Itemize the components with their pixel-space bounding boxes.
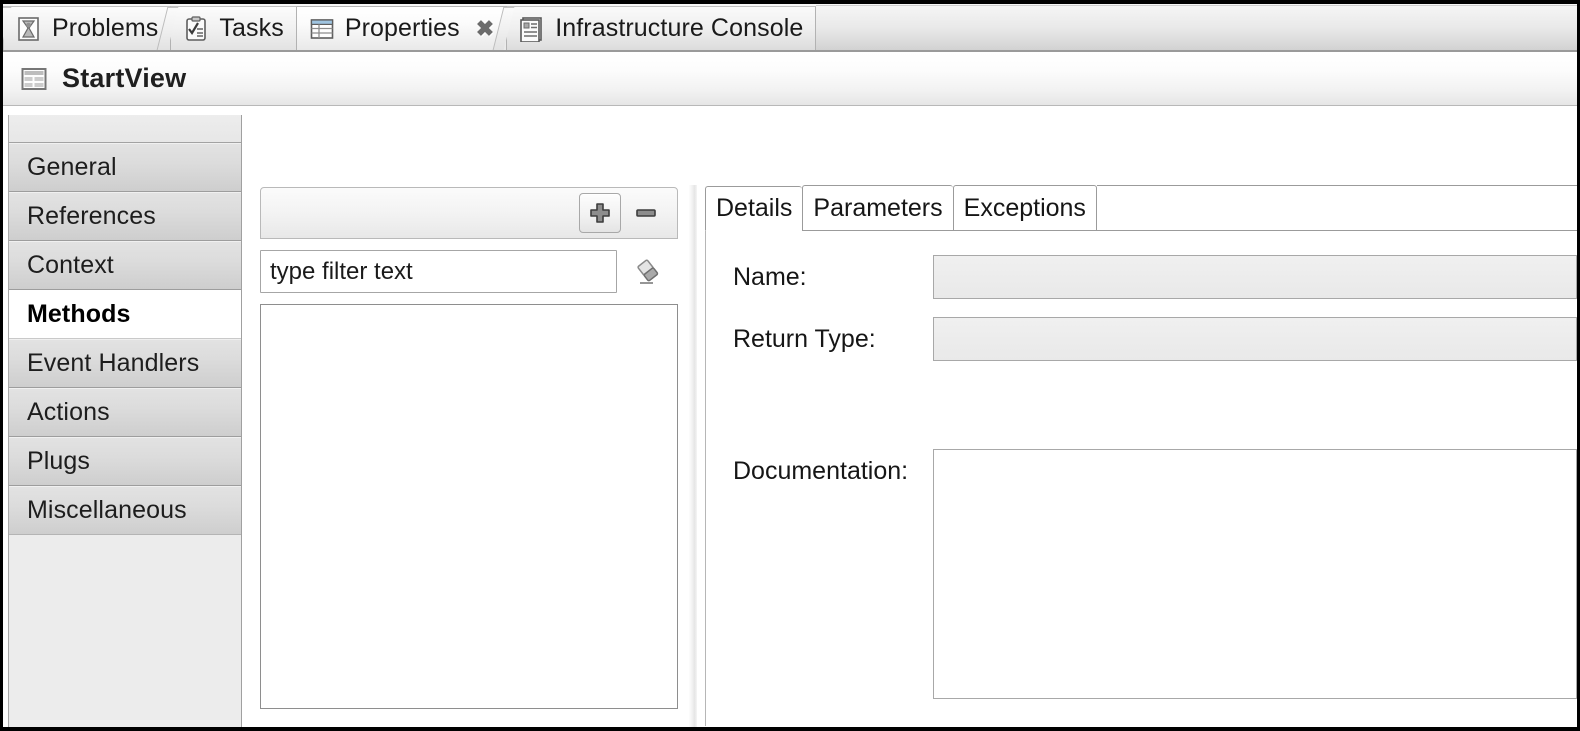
methods-list-panel [260,187,678,726]
sidebar-item-label: Context [27,251,114,280]
sidebar-empty-area [9,534,241,728]
clear-filter-button[interactable] [631,254,667,290]
tab-details[interactable]: Details [705,186,802,231]
return-type-field[interactable] [933,317,1577,361]
sidebar-item-general[interactable]: General [9,143,241,192]
console-icon [519,16,545,42]
details-form: Name: Return Type: Documentation: [705,231,1577,726]
tab-problems[interactable]: Problems [3,6,171,50]
startview-icon [20,65,48,93]
properties-icon [309,16,335,42]
tab-exceptions[interactable]: Exceptions [953,185,1097,230]
methods-list[interactable] [260,304,678,709]
tab-label: Details [716,194,792,223]
sidebar-item-label: References [27,202,156,231]
sidebar-item-actions[interactable]: Actions [9,388,241,437]
view-body: General References Context Methods Event… [3,107,1577,728]
sidebar-item-label: Miscellaneous [27,496,187,525]
details-tab-strip-filler [1097,185,1577,230]
minus-icon [634,201,658,225]
sidebar-item-miscellaneous[interactable]: Miscellaneous [9,486,241,535]
property-category-list: General References Context Methods Event… [8,115,242,728]
problems-icon [16,16,42,42]
tab-infrastructure-console[interactable]: Infrastructure Console [507,6,816,50]
view-tab-bar: Problems Tasks [3,4,1577,52]
documentation-field[interactable] [933,449,1577,699]
tab-bar-empty-space [816,5,1577,50]
search-input[interactable] [260,250,617,293]
name-field-row: Name: [706,255,1577,299]
documentation-field-row: Documentation: [706,449,1577,699]
sidebar-item-plugs[interactable]: Plugs [9,437,241,486]
tab-tasks[interactable]: Tasks [171,6,296,50]
close-icon[interactable]: ✖ [476,18,494,40]
tab-label: Tasks [219,14,283,43]
sidebar-item-label: General [27,153,117,182]
details-tab-strip: Details Parameters Exceptions [705,185,1577,231]
method-details-panel: Details Parameters Exceptions Name: Retu… [705,185,1577,726]
plus-icon [588,201,612,225]
sidebar-item-context[interactable]: Context [9,241,241,290]
sidebar-item-label: Plugs [27,447,90,476]
sidebar-item-label: Methods [27,300,130,329]
name-field[interactable] [933,255,1577,299]
sidebar-item-event-handlers[interactable]: Event Handlers [9,339,241,388]
sidebar-item-methods[interactable]: Methods [9,290,241,339]
eraser-icon [634,257,664,287]
methods-toolbar [260,187,678,239]
filter-row [260,250,678,293]
remove-method-button[interactable] [625,193,667,233]
tab-properties[interactable]: Properties ✖ [297,6,507,50]
tab-label: Exceptions [964,194,1086,223]
sidebar-item-references[interactable]: References [9,192,241,241]
name-label: Name: [733,263,933,292]
tab-label: Parameters [813,194,942,223]
sidebar-item-label: Event Handlers [27,349,199,378]
nav-top-spacer [9,115,241,143]
documentation-label: Documentation: [733,449,933,486]
add-method-button[interactable] [579,193,621,233]
tab-label: Problems [52,14,158,43]
sidebar-item-label: Actions [27,398,110,427]
tab-label: Properties [345,14,460,43]
view-title-bar: StartView [3,52,1577,106]
properties-view-window: Problems Tasks [0,0,1580,731]
page-title: StartView [62,63,186,94]
tab-label: Infrastructure Console [555,14,803,43]
tasks-icon [183,16,209,42]
return-type-label: Return Type: [733,325,933,354]
return-type-field-row: Return Type: [706,317,1577,361]
tab-parameters[interactable]: Parameters [802,185,952,230]
panel-sash-divider[interactable] [689,185,697,728]
